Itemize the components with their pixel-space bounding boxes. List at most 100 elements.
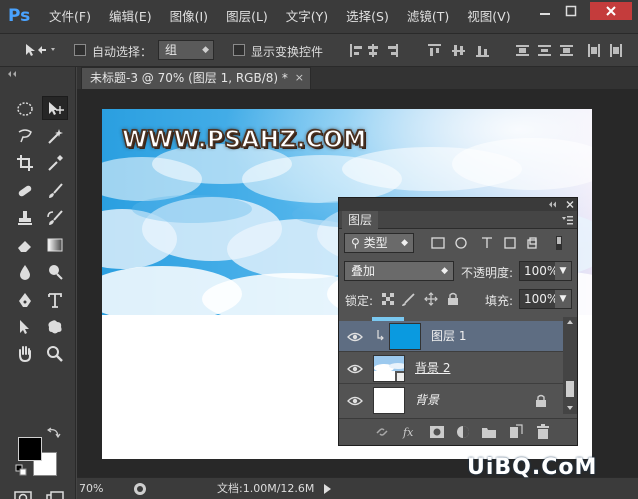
layers-panel-footer: fx (339, 418, 577, 445)
maximize-button[interactable] (560, 2, 582, 20)
auto-select-checkbox[interactable] (74, 44, 86, 56)
lasso-tool[interactable] (12, 124, 38, 148)
menu-bar: Ps 文件(F) 编辑(E) 图像(I) 图层(L) 文字(Y) 选择(S) 滤… (0, 0, 638, 34)
bandage-icon (18, 185, 32, 197)
move-tool[interactable] (42, 96, 68, 120)
pen-tool[interactable] (12, 288, 38, 312)
history-brush-tool[interactable] (42, 206, 68, 230)
eye-icon[interactable] (347, 330, 363, 344)
menu-layer[interactable]: 图层(L) (217, 0, 277, 34)
path-selection-tool[interactable] (12, 315, 38, 339)
menu-select[interactable]: 选择(S) (337, 0, 398, 34)
add-mask-icon[interactable] (429, 424, 445, 440)
layer-filter-dropdown[interactable]: ⚲ 类型 ◆ (344, 233, 414, 253)
blur-tool[interactable] (12, 260, 38, 284)
clipping-mask-icon (377, 330, 384, 341)
scroll-down-icon[interactable] (566, 405, 574, 411)
fill-input[interactable]: 100% ▼ (519, 289, 572, 309)
zoom-icon (47, 346, 63, 362)
minimize-button[interactable] (534, 2, 556, 20)
document-title: 未标题-3 @ 70% (图层 1, RGB/8) * (90, 71, 288, 85)
clone-stamp-tool[interactable] (12, 206, 38, 230)
new-layer-icon[interactable] (507, 424, 523, 440)
adjustment-layer-icon[interactable] (455, 424, 471, 440)
layer-row-background[interactable]: 背景 (339, 385, 563, 414)
layer-name: 背景 2 (415, 361, 451, 375)
auto-select-dropdown[interactable]: 组 ◆ (158, 40, 214, 60)
close-window-button[interactable] (590, 2, 632, 20)
lock-label: 锁定: (345, 294, 374, 308)
eraser-tool[interactable] (12, 233, 38, 257)
custom-shape-tool[interactable] (42, 315, 68, 339)
healing-brush-tool[interactable] (12, 179, 38, 203)
opacity-input[interactable]: 100% ▼ (519, 261, 572, 281)
layer-row-layer1[interactable]: 图层 1 (339, 321, 563, 352)
eye-icon[interactable] (347, 362, 363, 376)
shape-icon (48, 320, 62, 334)
document-tab[interactable]: 未标题-3 @ 70% (图层 1, RGB/8) * × (81, 67, 311, 89)
link-layers-icon[interactable] (374, 424, 390, 440)
brush-tool[interactable] (42, 179, 68, 203)
panel-menu-icon[interactable] (561, 215, 573, 225)
eye-icon[interactable] (347, 394, 363, 408)
zoom-tool[interactable] (42, 342, 68, 366)
marquee-icon (17, 102, 33, 116)
site-watermark: UiBQ.CoM (467, 455, 598, 480)
gradient-tool[interactable] (42, 233, 68, 257)
menu-view[interactable]: 视图(V) (458, 0, 519, 34)
eyedropper-icon (48, 155, 63, 171)
zoom-level[interactable]: 70% (77, 478, 127, 499)
delete-layer-icon[interactable] (535, 424, 551, 440)
blend-mode-dropdown[interactable]: 叠加 ◆ (344, 261, 454, 281)
close-document-icon[interactable]: × (295, 68, 304, 88)
layer-row-background2[interactable]: 背景 2 (339, 353, 563, 384)
layers-panel: 图层 ⚲ 类型 ◆ 叠加 ◆ 不透明度: 100% ▼ 锁定: 填充: 100% ▼ (338, 197, 578, 446)
eyedropper-tool[interactable] (42, 151, 68, 175)
screen-mode-button[interactable] (42, 487, 68, 499)
pen-icon (19, 293, 31, 307)
document-size-info: 文档:1.00M/12.6M (217, 482, 315, 495)
crop-tool[interactable] (12, 151, 38, 175)
path-selection-icon (20, 320, 29, 334)
options-bar: 自动选择： 组 ◆ 显示变换控件 (0, 34, 638, 67)
magic-wand-tool[interactable] (42, 124, 68, 148)
menu-file[interactable]: 文件(F) (40, 0, 100, 34)
quick-mask-button[interactable] (10, 487, 36, 499)
menu-image[interactable]: 图像(I) (161, 0, 217, 34)
new-group-icon[interactable] (481, 424, 497, 440)
layer-style-fx-icon[interactable]: fx (402, 424, 418, 440)
show-transform-checkbox[interactable] (233, 44, 245, 56)
collapse-panel-icon[interactable] (6, 70, 46, 78)
layer-thumbnail (373, 387, 405, 414)
photoshop-logo: Ps (8, 6, 31, 26)
tab-layers[interactable]: 图层 (342, 211, 379, 229)
magic-wand-icon (48, 129, 63, 144)
menu-type[interactable]: 文字(Y) (277, 0, 337, 34)
dodge-tool[interactable] (42, 260, 68, 284)
main-menu: 文件(F) 编辑(E) 图像(I) 图层(L) 文字(Y) 选择(S) 滤镜(T… (40, 0, 520, 34)
scrollbar-thumb[interactable] (566, 381, 574, 397)
play-arrow-icon[interactable] (321, 482, 333, 496)
lock-options-icons[interactable] (381, 292, 461, 306)
scroll-up-icon[interactable] (566, 319, 574, 325)
panel-collapse-close-icons[interactable] (547, 200, 575, 209)
history-brush-icon (47, 210, 63, 225)
layer-filter-icons[interactable] (431, 236, 571, 250)
type-tool[interactable] (42, 288, 68, 312)
move-tool-preset-icon[interactable] (24, 42, 56, 58)
layers-scrollbar[interactable] (563, 317, 577, 414)
hand-tool[interactable] (12, 342, 38, 366)
eraser-icon (18, 241, 31, 252)
align-distribute-icons[interactable] (348, 42, 633, 59)
foreground-color-swatch[interactable] (18, 437, 42, 461)
chevron-updown-icon: ◆ (401, 238, 408, 248)
minimize-icon (540, 13, 550, 15)
marquee-tool[interactable] (12, 97, 38, 121)
maximize-icon (565, 5, 577, 17)
swap-colors-icon[interactable] (47, 427, 61, 439)
default-colors-icon[interactable] (15, 464, 29, 478)
auto-select-value: 组 (165, 43, 178, 57)
menu-filter[interactable]: 滤镜(T) (398, 0, 458, 34)
status-menu-icon[interactable] (133, 482, 147, 496)
menu-edit[interactable]: 编辑(E) (100, 0, 161, 34)
